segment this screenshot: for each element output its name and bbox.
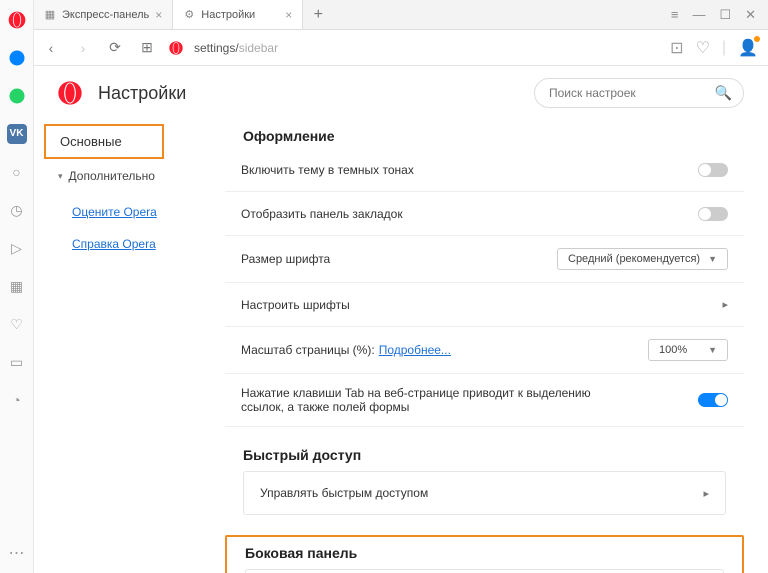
send-icon[interactable]: ▷ xyxy=(7,238,27,258)
search-icon: 🔍 xyxy=(715,85,732,102)
nav-link-rate[interactable]: Оцените Opera xyxy=(44,201,225,223)
nav-link-help[interactable]: Справка Opera xyxy=(44,233,225,255)
opera-icon[interactable] xyxy=(7,10,27,30)
address-bar: ‹ › ⟳ ⊞ settings/sidebar ⊡ ♡ | 👤 xyxy=(0,30,768,66)
row-page-zoom: Масштаб страницы (%): Подробнее... 100% … xyxy=(225,327,744,374)
tab-bar: ▦ Экспресс-панель × ⚙ Настройки × + ≡ — … xyxy=(0,0,768,30)
label: Настроить шрифты xyxy=(241,298,350,312)
url-path: sidebar xyxy=(239,41,278,55)
row-customize-fonts[interactable]: Настроить шрифты ▸ xyxy=(225,283,744,327)
history-icon[interactable]: ◷ xyxy=(7,200,27,220)
chevron-right-icon: ▸ xyxy=(703,487,709,500)
url-field[interactable]: settings/sidebar xyxy=(194,41,278,55)
tab-label: Экспресс-панель xyxy=(62,9,149,21)
nav-advanced-label: Дополнительно xyxy=(69,169,155,183)
section-sidebar-title: Боковая панель xyxy=(245,545,742,561)
settings-header: Настройки 🔍 xyxy=(0,66,768,120)
whatsapp-icon[interactable] xyxy=(7,86,27,106)
chat-icon[interactable]: ○ xyxy=(7,162,27,182)
chevron-right-icon: ▸ xyxy=(722,298,728,311)
label: Нажатие клавиши Tab на веб-странице прив… xyxy=(241,386,601,414)
minimize-icon[interactable]: — xyxy=(692,7,705,22)
search-input[interactable] xyxy=(534,78,744,108)
nav-main[interactable]: Основные xyxy=(44,124,164,159)
forward-button[interactable]: › xyxy=(72,37,94,59)
snapshot-icon[interactable]: ⊡ xyxy=(670,38,683,58)
label: Размер шрифта xyxy=(241,252,330,266)
toggle-bookmarks-bar[interactable] xyxy=(698,207,728,221)
row-bookmarks-bar: Отобразить панель закладок xyxy=(225,192,744,236)
vk-icon[interactable]: VK xyxy=(7,124,27,144)
sidebar-section-highlight: Боковая панель Управление боковой панель… xyxy=(225,535,744,573)
close-icon[interactable]: × xyxy=(155,8,162,22)
search-wrap: 🔍 xyxy=(534,78,744,108)
page-title: Настройки xyxy=(98,83,186,104)
toggle-tab-highlight[interactable] xyxy=(698,393,728,407)
tab-settings[interactable]: ⚙ Настройки × xyxy=(173,0,303,29)
label: Масштаб страницы (%): xyxy=(241,343,375,357)
maximize-icon[interactable]: ☐ xyxy=(719,7,731,23)
grid-icon[interactable]: ▦ xyxy=(7,276,27,296)
opera-icon xyxy=(168,40,184,56)
section-quickaccess-title: Быстрый доступ xyxy=(243,447,744,463)
select-font-size[interactable]: Средний (рекомендуется) ▼ xyxy=(557,248,728,270)
speeddial-button[interactable]: ⊞ xyxy=(136,37,158,59)
news-icon[interactable]: ▭ xyxy=(7,352,27,372)
profile-icon[interactable]: 👤 xyxy=(738,38,758,58)
row-font-size: Размер шрифта Средний (рекомендуется) ▼ xyxy=(225,236,744,283)
section-appearance-title: Оформление xyxy=(243,128,744,144)
row-manage-sidebar[interactable]: Управление боковой панелью ↖ ▸ xyxy=(245,569,724,573)
chevron-down-icon: ▼ xyxy=(708,254,717,264)
chevron-down-icon: ▾ xyxy=(58,171,63,182)
settings-content: Оформление Включить тему в темных тонах … xyxy=(225,120,768,573)
sidebar-strip: VK ○ ◷ ▷ ▦ ♡ ▭ ◔ ⋯ xyxy=(0,0,34,573)
messenger-icon[interactable] xyxy=(7,48,27,68)
opera-icon xyxy=(56,79,84,107)
reload-button[interactable]: ⟳ xyxy=(104,37,126,59)
new-tab-button[interactable]: + xyxy=(303,0,333,29)
row-dark-theme: Включить тему в темных тонах xyxy=(225,148,744,192)
speeddial-icon: ▦ xyxy=(44,9,56,21)
close-icon[interactable]: × xyxy=(285,8,292,22)
back-button[interactable]: ‹ xyxy=(40,37,62,59)
menu-icon[interactable]: ≡ xyxy=(671,7,679,22)
link-zoom-more[interactable]: Подробнее... xyxy=(379,343,451,357)
select-page-zoom[interactable]: 100% ▼ xyxy=(648,339,728,361)
select-value: Средний (рекомендуется) xyxy=(568,253,700,265)
select-value: 100% xyxy=(659,344,687,356)
tab-label: Настройки xyxy=(201,9,255,21)
clock-icon[interactable]: ◔ xyxy=(7,390,27,410)
url-prefix: settings/ xyxy=(194,41,239,55)
tab-speeddial[interactable]: ▦ Экспресс-панель × xyxy=(34,0,173,29)
label: Управлять быстрым доступом xyxy=(260,486,428,500)
nav-advanced[interactable]: ▾ Дополнительно xyxy=(44,159,225,193)
label: Включить тему в темных тонах xyxy=(241,163,414,177)
window-controls: ≡ — ☐ ✕ xyxy=(671,0,768,29)
row-tab-highlight: Нажатие клавиши Tab на веб-странице прив… xyxy=(225,374,744,427)
row-manage-quickaccess[interactable]: Управлять быстрым доступом ▸ xyxy=(243,471,726,515)
toggle-dark-theme[interactable] xyxy=(698,163,728,177)
heart-icon[interactable]: ♡ xyxy=(7,314,27,334)
more-icon[interactable]: ⋯ xyxy=(7,543,27,563)
chevron-down-icon: ▼ xyxy=(708,345,717,355)
close-window-icon[interactable]: ✕ xyxy=(745,7,756,23)
label: Отобразить панель закладок xyxy=(241,207,403,221)
gear-icon: ⚙ xyxy=(183,9,195,21)
heart-icon[interactable]: ♡ xyxy=(696,38,710,58)
